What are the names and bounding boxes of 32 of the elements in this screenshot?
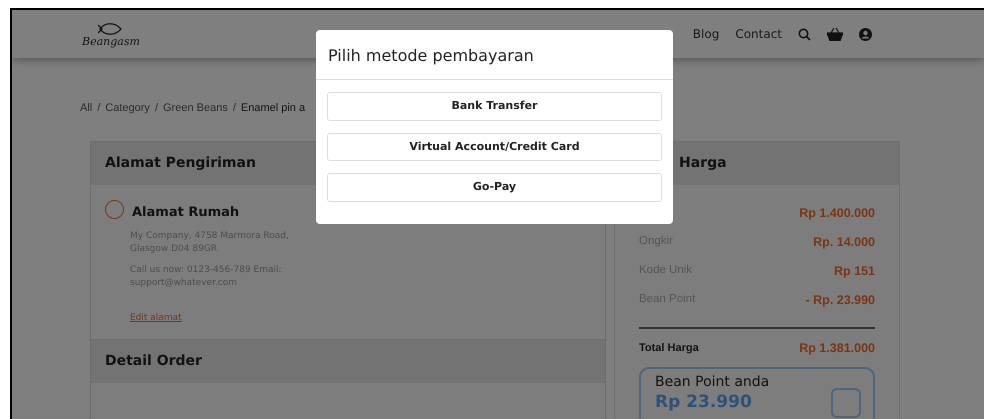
payment-option-button[interactable]: Virtual Account/Credit Card (327, 132, 662, 161)
total-value: Rp 1.381.000 (799, 340, 875, 357)
payment-option-button[interactable]: Go-Pay (327, 173, 662, 202)
nav-link[interactable]: Contact (735, 25, 782, 43)
total-label: Total Harga (639, 340, 699, 356)
bean-point-title: Bean Point anda (655, 373, 770, 392)
price-value: - Rp. 23.990 (806, 292, 875, 309)
fish-icon (98, 22, 124, 36)
logo[interactable]: Beangasm (82, 22, 140, 46)
payment-option-button[interactable]: Bank Transfer (327, 92, 662, 120)
breadcrumb-link[interactable]: Green Beans (163, 100, 228, 116)
address-name: Alamat Rumah (132, 204, 240, 222)
breadcrumb-current: Enamel pin a (240, 101, 306, 116)
user-icon[interactable] (859, 28, 872, 40)
card-header: Detail Order (91, 340, 605, 384)
breadcrumb-link[interactable]: Category (105, 100, 150, 116)
logo-text: Beangasm (82, 36, 140, 46)
breadcrumb-link[interactable]: All (80, 100, 92, 116)
price-value: Rp. 14.000 (813, 234, 875, 251)
dialog-title: Pilih metode pembayaran (316, 30, 673, 80)
bean-point-value: Rp 23.990 (655, 393, 753, 413)
edit-address-link[interactable]: Edit alamat (130, 312, 182, 326)
checkbox[interactable] (831, 388, 861, 418)
breadcrumb-separator: / (154, 101, 158, 116)
search-icon[interactable] (798, 28, 811, 40)
nav-link[interactable]: Blog (692, 25, 720, 43)
price-value: Rp 151 (834, 262, 875, 280)
breadcrumb-separator: / (97, 101, 100, 116)
radio-button[interactable] (105, 200, 124, 219)
breadcrumb-separator: / (232, 101, 236, 116)
basket-icon[interactable] (827, 28, 843, 40)
price-value: Rp 1.400.000 (799, 204, 875, 222)
